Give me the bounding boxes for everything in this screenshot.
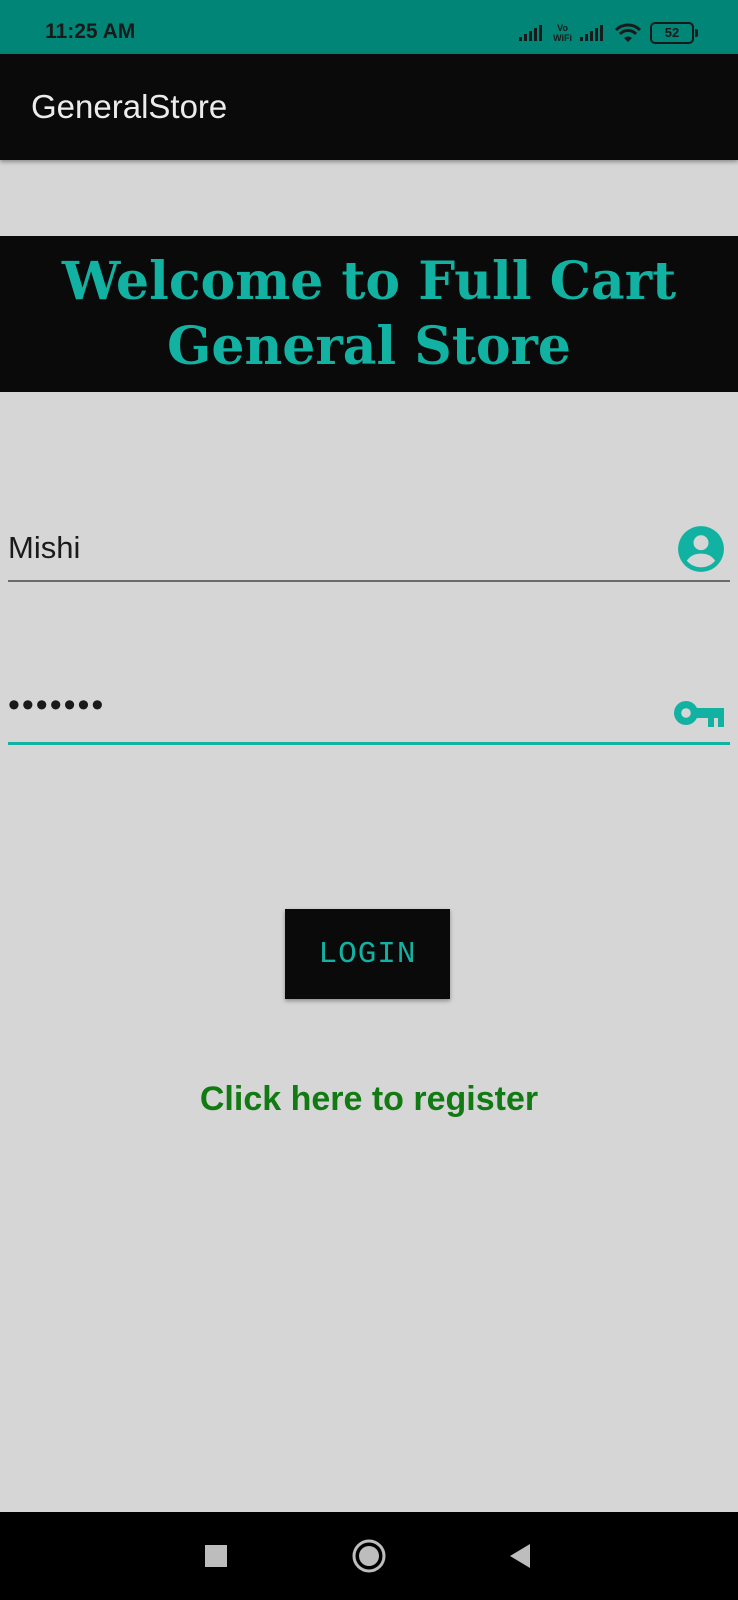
vowifi-bottom: WiFi xyxy=(553,33,572,43)
key-icon xyxy=(674,701,724,727)
status-time: 11:25 AM xyxy=(45,20,136,43)
username-value[interactable]: Mishi xyxy=(8,530,80,566)
back-button[interactable] xyxy=(480,1512,560,1600)
welcome-line-2: General Store xyxy=(166,316,572,377)
app-title: GeneralStore xyxy=(31,88,228,125)
account-circle-icon xyxy=(678,526,724,572)
home-icon xyxy=(352,1539,386,1573)
vowifi-icon: Vo WiFi xyxy=(553,23,572,43)
welcome-line-1: Welcome to Full Cart xyxy=(61,251,677,312)
back-icon xyxy=(510,1544,530,1568)
home-button[interactable] xyxy=(329,1512,409,1600)
login-button[interactable]: LOGIN xyxy=(285,909,450,999)
vowifi-top: Vo xyxy=(557,23,568,33)
cellular-signal-icon-2 xyxy=(580,25,603,41)
app-bar: GeneralStore xyxy=(0,54,738,160)
password-value[interactable]: ••••••• xyxy=(8,686,105,725)
recents-icon xyxy=(205,1545,227,1567)
welcome-banner: Welcome to Full Cart General Store xyxy=(0,236,738,392)
welcome-text: Welcome to Full Cart General Store xyxy=(9,249,729,379)
username-field[interactable]: Mishi xyxy=(8,520,730,582)
battery-icon: 52 xyxy=(650,22,698,44)
register-link[interactable]: Click here to register xyxy=(0,1080,738,1119)
password-field[interactable]: ••••••• xyxy=(8,682,730,745)
status-icons: Vo WiFi 52 xyxy=(519,20,698,46)
status-bar: 11:25 AM Vo WiFi 52 xyxy=(0,0,738,54)
wifi-icon xyxy=(614,23,642,42)
recents-button[interactable] xyxy=(176,1512,256,1600)
navigation-bar xyxy=(0,1512,738,1600)
cellular-signal-icon xyxy=(519,25,543,41)
